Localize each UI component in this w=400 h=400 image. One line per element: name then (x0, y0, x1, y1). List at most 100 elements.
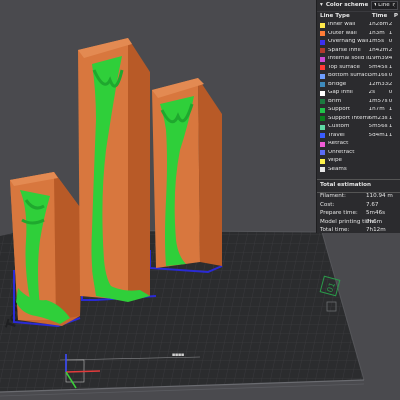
legend-item[interactable]: Retract (317, 140, 400, 149)
legend-item-time: 1h3m (368, 30, 385, 36)
legend-item-percent: 1 (388, 115, 393, 121)
legend-item-name: Gap infill (328, 90, 353, 96)
legend-item-name: Inner wall (328, 22, 356, 28)
ruler-glyphs: ◼◼◼◼ (172, 352, 184, 358)
legend-item[interactable]: Bridge 12m33s2 (317, 81, 400, 90)
legend-item[interactable]: Gap infill 2s 0 (317, 89, 400, 98)
legend-item[interactable]: Bottom surface 3m16s 0 (317, 72, 400, 81)
estimation-row: Prepare time: 5m46s (317, 210, 400, 219)
legend-item-time: 1m57s (368, 98, 388, 104)
legend-item-time: 1m5s (368, 39, 385, 45)
legend-swatch (320, 82, 325, 88)
estimation-key: Prepare time: (320, 210, 358, 217)
legend-swatch (320, 22, 325, 28)
legend-item[interactable]: Support interface6m23s1 (317, 115, 400, 124)
legend-title: Color scheme (325, 1, 369, 8)
legend-swatch (320, 48, 325, 54)
legend-swatch (320, 116, 325, 122)
legend-header: ▾ Color scheme ▾ Line Type (317, 0, 400, 12)
model-right[interactable] (152, 78, 222, 268)
legend-item[interactable]: Top surface 5m45s 1 (317, 64, 400, 73)
legend-item-percent: 4 (388, 56, 393, 62)
legend-list: Inner wall 1h28m 2 Outer wall 1h3m 1 Overhang … (317, 21, 400, 174)
legend-item[interactable]: Unretract (317, 149, 400, 158)
estimation-key: Total time: (320, 227, 350, 233)
estimation-row: Model printing time: 7h6m (317, 218, 400, 227)
legend-item-name: Retract (328, 141, 349, 147)
legend-item[interactable]: Brim 1m57s 0 (317, 98, 400, 107)
estimation-value: 110.94 m (366, 193, 393, 200)
legend-collapse-icon[interactable]: ▾ (320, 2, 323, 9)
legend-swatch (320, 73, 325, 79)
legend-item-name: Unretract (328, 149, 355, 155)
legend-item-time: 1h28m (368, 22, 389, 28)
model-center[interactable] (78, 38, 150, 302)
legend-item[interactable]: Wipe (317, 157, 400, 166)
column-time: Time (371, 12, 388, 19)
legend-item-time: 1h42m (368, 47, 389, 53)
legend-item-percent: 1 (388, 64, 393, 70)
estimation-value: 5m46s (366, 210, 386, 217)
view-type-value: Line Type (378, 2, 395, 8)
legend-item-time: 5d4m17s (368, 132, 389, 138)
legend-item[interactable]: Support 1h7m 1 (317, 106, 400, 115)
column-line-type: Line Type (320, 12, 350, 19)
legend-item-time: 19m39s (368, 56, 389, 62)
legend-swatch (320, 141, 325, 147)
legend-item-percent: 1 (388, 132, 393, 138)
legend-item-name: Brim (328, 98, 342, 104)
legend-item-name: Internal solid infill (328, 56, 369, 62)
legend-swatch (320, 65, 325, 71)
legend-panel: ▾ Color scheme ▾ Line Type Line Type Tim… (316, 0, 400, 233)
legend-item-time: 1h7m (368, 107, 385, 113)
legend-item-name: Overhang wall (328, 39, 369, 45)
legend-swatch (320, 39, 325, 45)
legend-item[interactable]: Inner wall 1h28m 2 (317, 21, 400, 30)
legend-item-percent: 2 (388, 81, 393, 87)
legend-swatch (320, 99, 325, 105)
estimation-title: Total estimation (317, 179, 400, 193)
chevron-down-icon: ▾ (374, 3, 376, 9)
legend-swatch (320, 150, 325, 156)
legend-item-time: 5m56s (368, 124, 388, 130)
legend-item-time: 6m23s (368, 115, 388, 121)
legend-item-percent: 1 (388, 107, 393, 113)
legend-item-time: 12m33s (368, 81, 389, 87)
legend-item-name: Wipe (328, 158, 342, 164)
estimation-row: Filament: 110.94 m (317, 193, 400, 202)
legend-swatch (320, 56, 325, 62)
legend-item-percent: 2 (388, 47, 393, 53)
legend-item-name: Sparse infill (328, 47, 361, 53)
legend-swatch (320, 133, 325, 139)
estimation-value: 7h12m (366, 227, 386, 233)
legend-item-name: Bottom surface (328, 73, 369, 79)
legend-item-percent: 1 (388, 30, 393, 36)
estimation-row: Cost: 7.67 (317, 201, 400, 210)
estimation-key: Filament: (320, 193, 346, 200)
legend-item-name: Outer wall (328, 30, 357, 36)
legend-item[interactable]: Overhang wall 1m5s 0 (317, 38, 400, 47)
legend-item-percent: 0 (388, 73, 393, 79)
model-left[interactable] (10, 172, 82, 326)
legend-item[interactable]: Seams (317, 166, 400, 175)
legend-item-name: Custom (328, 124, 350, 130)
legend-item[interactable]: Outer wall 1h3m 1 (317, 30, 400, 39)
legend-item-time: 2s (368, 90, 376, 96)
legend-swatch (320, 90, 325, 96)
estimation-value: 7.67 (366, 201, 379, 208)
legend-item[interactable]: Travel 5d4m17s1 (317, 132, 400, 141)
estimation-key: Model printing time: (320, 218, 377, 225)
legend-item-time: 3m16s (368, 73, 388, 79)
view-type-select[interactable]: ▾ Line Type (371, 1, 398, 10)
legend-item-name: Support (328, 107, 351, 113)
legend-item[interactable]: Internal solid infill19m39s4 (317, 55, 400, 64)
legend-item-name: Travel (328, 132, 345, 138)
legend-swatch (320, 167, 325, 173)
legend-item[interactable]: Sparse infill 1h42m 2 (317, 47, 400, 56)
legend-swatch (320, 107, 325, 113)
legend-item-percent: 2 (388, 22, 393, 28)
legend-item-name: Support interface (328, 115, 369, 121)
estimation-row: Total time: 7h12m (317, 227, 400, 233)
legend-item[interactable]: Custom 5m56s 1 (317, 123, 400, 132)
legend-swatch (320, 124, 325, 130)
